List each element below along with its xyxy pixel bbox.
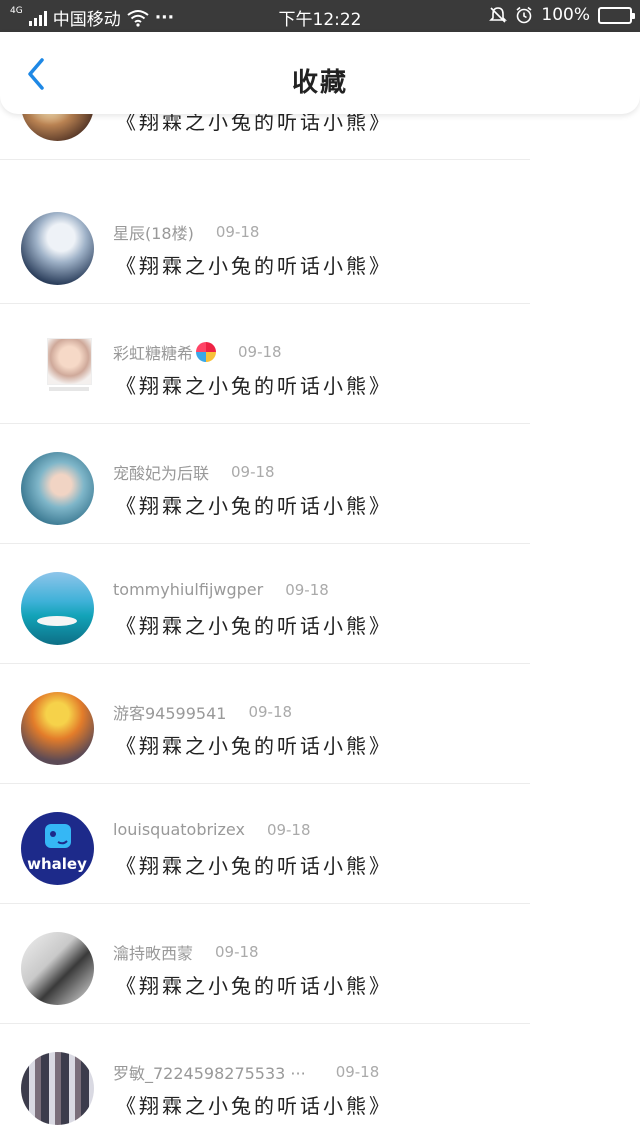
avatar — [21, 692, 94, 765]
item-message: 《翔霖之小兔的听话小熊》 — [116, 494, 392, 518]
post-date: 09-18 — [215, 943, 259, 961]
avatar — [21, 572, 94, 645]
page-title: 收藏 — [291, 68, 348, 98]
user-name: 星辰(18楼) — [113, 224, 194, 243]
user-name: louisquatobrizex — [113, 820, 245, 839]
list-item[interactable]: 彩虹糖糖希 09-18 《翔霖之小兔的听话小熊》 — [0, 304, 640, 424]
avatar — [21, 332, 94, 405]
item-message: 《翔霖之小兔的听话小熊》 — [116, 374, 392, 398]
item-meta: tommyhiulfijwgper 09-18 — [113, 580, 329, 599]
item-message: 《翔霖之小兔的听话小熊》 — [116, 1094, 392, 1118]
nav-header: 收藏 — [0, 32, 640, 114]
user-name: 游客94599541 — [113, 704, 227, 723]
item-meta: 罗敏_7224598275533 ··· 09-18 — [113, 1060, 379, 1084]
post-date: 09-18 — [231, 463, 275, 481]
item-meta: 游客94599541 09-18 — [113, 700, 292, 724]
item-meta: 星辰(18楼) 09-18 — [113, 220, 259, 244]
item-message: 《翔霖之小兔的听话小熊》 — [116, 974, 392, 998]
post-date: 09-18 — [238, 343, 282, 361]
item-meta: 宠酸妃为后联 09-18 — [113, 460, 275, 484]
list-item[interactable]: tommyhiulfijwgper 09-18 《翔霖之小兔的听话小熊》 — [0, 544, 640, 664]
status-bar: 4G 中国移动 ··· 下午12:22 100% — [0, 0, 640, 32]
user-name: 罗敏_7224598275533 ··· — [113, 1064, 306, 1083]
alarm-icon — [516, 6, 532, 24]
whale-logo-icon: whaley — [27, 824, 87, 873]
user-name: 彩虹糖糖希 — [113, 344, 194, 363]
item-meta: louisquatobrizex 09-18 — [113, 820, 311, 839]
list-item[interactable]: 游客94599541 09-18 《翔霖之小兔的听话小熊》 — [0, 664, 640, 784]
post-date: 09-18 — [335, 1063, 380, 1081]
post-date: 09-18 — [285, 580, 329, 599]
avatar: whaley — [21, 812, 94, 885]
list-item[interactable]: 罗敏_7224598275533 ··· 09-18 《翔霖之小兔的听话小熊》 — [0, 1024, 640, 1138]
mute-icon — [489, 7, 508, 23]
item-message: 《翔霖之小兔的听话小熊》 — [116, 254, 392, 278]
user-name: tommyhiulfijwgper — [113, 580, 264, 599]
list-item[interactable]: 宠酸妃为后联 09-18 《翔霖之小兔的听话小熊》 — [0, 424, 640, 544]
divider — [0, 159, 530, 160]
item-message: 《翔霖之小兔的听话小熊》 — [116, 614, 392, 638]
post-date: 09-18 — [215, 223, 260, 241]
post-date: 09-18 — [248, 703, 293, 721]
list-item[interactable]: 星辰(18楼) 09-18 《翔霖之小兔的听话小熊》 — [0, 184, 640, 304]
list-item[interactable]: whaley louisquatobrizex 09-18 《翔霖之小兔的听话小… — [0, 784, 640, 904]
item-meta: 瀹持畋西蒙 09-18 — [113, 940, 259, 964]
item-message: 《翔霖之小兔的听话小熊》 — [116, 734, 392, 758]
avatar — [21, 932, 94, 1005]
battery-percent: 100% — [541, 5, 590, 25]
user-name: 瀹持畋西蒙 — [113, 944, 194, 963]
item-meta: 彩虹糖糖希 09-18 — [113, 340, 282, 364]
user-name: 宠酸妃为后联 — [113, 464, 210, 483]
avatar — [21, 212, 94, 285]
whale-logo-text: whaley — [27, 855, 87, 873]
list-item[interactable]: 瀹持畋西蒙 09-18 《翔霖之小兔的听话小熊》 — [0, 904, 640, 1024]
favorites-list[interactable]: 《翔霖之小兔的听话小熊》 星辰(18楼) 09-18 《翔霖之小兔的听话小熊》 … — [0, 100, 640, 1138]
battery-icon — [598, 6, 635, 24]
avatar — [21, 452, 94, 525]
lollipop-icon — [196, 342, 217, 362]
post-date: 09-18 — [266, 820, 311, 839]
avatar — [21, 1052, 94, 1125]
item-message: 《翔霖之小兔的听话小熊》 — [116, 854, 392, 878]
